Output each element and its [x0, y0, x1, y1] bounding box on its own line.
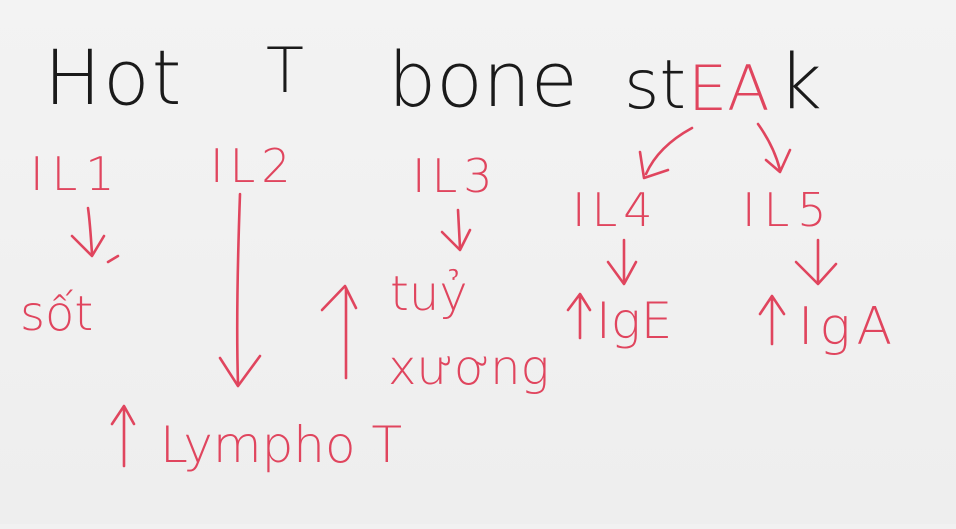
diagram-svg: Hot T bone st EA k IL1 sốt IL2 Lympho T [20, 33, 898, 474]
arrow-head-icon [638, 150, 670, 180]
title-word-k: k [778, 37, 822, 126]
title-word-hot: Hot [44, 33, 183, 122]
column-il4: IL4 IgE [566, 183, 672, 350]
node-il5: IL5 [742, 183, 834, 237]
arrow-down-icon [456, 208, 462, 250]
column-il5: IL5 IgA [742, 183, 898, 357]
effect-il3-line1: tuỷ [390, 266, 468, 322]
column-il3: IL3 tuỷ xương [388, 149, 549, 396]
arrow-left-down-icon [644, 126, 694, 176]
ea-split [638, 122, 792, 180]
arrow-down-long-icon [235, 192, 242, 386]
title-word-t: T [266, 34, 304, 107]
effect-il2: Lympho T [160, 416, 402, 474]
arrow-head-icon [606, 260, 638, 286]
increase-arrow-icon [758, 294, 786, 346]
arrow-head-icon [218, 354, 262, 388]
increase-arrow-icon [566, 292, 592, 340]
title-word-ea: EA [688, 52, 770, 125]
arrow-head-icon [320, 284, 358, 312]
arrow-head-icon [70, 234, 106, 258]
node-il3: IL3 [412, 149, 498, 203]
title-mnemonic: Hot T bone st EA k [44, 33, 822, 126]
effect-il3-line2: xương [388, 340, 549, 396]
title-word-bone: bone [388, 35, 578, 124]
increase-arrow-icon [110, 404, 136, 468]
arrow-down-icon [86, 206, 94, 256]
title-word-st: st [624, 46, 686, 125]
effect-il5: IgA [798, 297, 898, 357]
node-il2: IL2 [210, 139, 296, 193]
node-il1: IL1 [30, 147, 122, 201]
pain-mark-icon [106, 254, 120, 264]
whiteboard-canvas: Hot T bone st EA k IL1 sốt IL2 Lympho T [0, 0, 956, 524]
effect-il1: sốt [20, 286, 93, 342]
arrow-head-icon [440, 228, 472, 252]
effect-il4: IgE [596, 292, 672, 350]
arrow-head-icon [794, 260, 838, 286]
node-il4: IL4 [572, 183, 658, 237]
column-il2: IL2 Lympho T [110, 139, 402, 474]
column-il1: IL1 sốt [20, 147, 122, 342]
